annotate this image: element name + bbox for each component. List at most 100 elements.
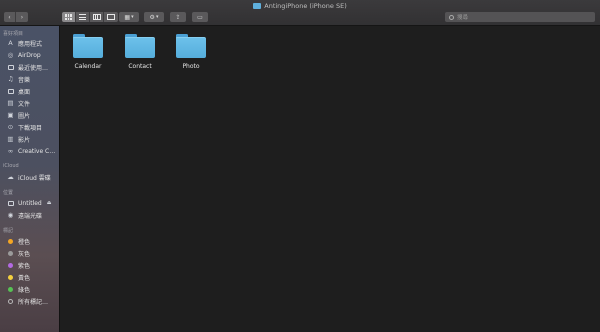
sidebar-item-label: 所有標記… — [18, 298, 49, 306]
folder-label: Calendar — [74, 63, 102, 70]
sidebar-item-label: 遠端光碟 — [18, 212, 43, 220]
icon-view-button[interactable] — [62, 12, 76, 22]
sidebar-item-label: 音樂 — [18, 76, 31, 84]
gray-tag-icon — [7, 250, 14, 257]
sidebar-item-label: 最近使用… — [18, 64, 49, 72]
sidebar-item-label: 黃色 — [18, 274, 31, 282]
list-view-icon — [79, 14, 86, 20]
column-view-button[interactable] — [90, 12, 104, 22]
navigation-buttons: ‹ › — [4, 12, 28, 22]
orange-tag-icon — [7, 238, 14, 245]
sidebar-item-label: 灰色 — [18, 250, 31, 258]
sidebar-item-label: 綠色 — [18, 286, 31, 294]
applications-icon: A — [8, 38, 13, 47]
sidebar-item-label: 橙色 — [18, 238, 31, 246]
sidebar-item-label: Creative C… — [18, 147, 56, 155]
back-button[interactable]: ‹ — [4, 12, 16, 22]
sidebar-item-tag-green[interactable]: 綠色 — [7, 284, 59, 294]
section-header-locations: 位置 — [3, 190, 14, 196]
eject-icon[interactable]: ⏏ — [47, 200, 52, 206]
chevron-left-icon: ‹ — [8, 13, 11, 21]
tags-button[interactable]: ▭ — [192, 12, 208, 22]
gallery-view-button[interactable] — [104, 12, 118, 22]
folder-label: Contact — [128, 63, 152, 70]
folder-icon — [125, 34, 155, 58]
sidebar-item-tag-gray[interactable]: 灰色 — [7, 248, 59, 258]
sidebar-item-all-tags[interactable]: 所有標記… — [7, 296, 59, 306]
sidebar-item-label: iCloud 雲碟 — [18, 174, 51, 182]
yellow-tag-icon — [7, 274, 14, 281]
window-title-text: AntingiPhone (iPhone SE) — [264, 2, 347, 10]
dropdown-arrow-icon: ▾ — [155, 14, 159, 20]
sidebar-item-label: AirDrop — [18, 51, 41, 59]
folder-item-calendar[interactable]: Calendar — [68, 34, 108, 70]
folder-item-photo[interactable]: Photo — [171, 34, 211, 70]
window-title: AntingiPhone (iPhone SE) — [0, 2, 600, 10]
search-icon — [449, 14, 454, 20]
share-button[interactable]: ⇪ — [170, 12, 186, 22]
action-menu-button[interactable]: ⚙ ▾ — [144, 12, 164, 22]
sidebar-item-label: 影片 — [18, 136, 31, 144]
creative-cloud-icon: ∞ — [7, 146, 14, 155]
sidebar-item-movies[interactable]: ▥ 影片 — [7, 134, 59, 144]
sidebar-item-tag-purple[interactable]: 紫色 — [7, 260, 59, 270]
sidebar-item-tag-yellow[interactable]: 黃色 — [7, 272, 59, 282]
sidebar-item-recents[interactable]: 最近使用… — [7, 62, 59, 72]
sidebar-item-downloads[interactable]: ⊙ 下載項目 — [7, 122, 59, 132]
sidebar-item-remote-disc[interactable]: ◉ 遠端光碟 — [7, 210, 59, 220]
dropdown-arrow-icon: ▾ — [131, 14, 134, 20]
icon-view-icon — [65, 14, 72, 20]
green-tag-icon — [7, 286, 14, 293]
icloud-icon: ☁ — [7, 172, 14, 181]
gear-icon: ⚙ — [149, 13, 155, 21]
music-icon: ♫ — [7, 74, 14, 83]
section-header-tags: 標記 — [3, 228, 14, 234]
disk-icon — [7, 200, 14, 207]
sidebar-item-untitled[interactable]: Untitled ⏏ — [7, 198, 59, 208]
movies-icon: ▥ — [7, 134, 14, 143]
folder-label: Photo — [182, 63, 200, 70]
recents-icon — [7, 64, 14, 71]
sidebar-item-label: Untitled — [18, 199, 42, 207]
forward-button[interactable]: › — [16, 12, 28, 22]
list-view-button[interactable] — [76, 12, 90, 22]
sidebar-item-label: 應用程式 — [18, 40, 43, 48]
tag-icon: ▭ — [197, 13, 203, 21]
sidebar-item-label: 文件 — [18, 100, 31, 108]
sidebar-item-pictures[interactable]: ▣ 圖片 — [7, 110, 59, 120]
sidebar-item-music[interactable]: ♫ 音樂 — [7, 74, 59, 84]
folder-icon — [73, 34, 103, 58]
sidebar-item-desktop[interactable]: 桌面 — [7, 86, 59, 96]
remote-disc-icon: ◉ — [7, 210, 14, 219]
search-field[interactable]: 搜尋 — [445, 12, 595, 22]
downloads-icon: ⊙ — [7, 122, 14, 131]
desktop-icon — [7, 88, 14, 95]
group-by-button[interactable]: ▦ ▾ — [119, 12, 139, 22]
purple-tag-icon — [7, 262, 14, 269]
sidebar-item-label: 紫色 — [18, 262, 31, 270]
sidebar-item-applications[interactable]: A 應用程式 — [7, 38, 59, 48]
sidebar: 喜好項目 A 應用程式 ◎ AirDrop 最近使用… ♫ 音樂 桌面 ▤ 文件… — [0, 26, 60, 332]
search-placeholder: 搜尋 — [457, 15, 469, 21]
sidebar-item-icloud-drive[interactable]: ☁ iCloud 雲碟 — [7, 172, 59, 182]
section-header-favorites: 喜好項目 — [3, 31, 24, 37]
gallery-view-icon — [107, 14, 115, 20]
sidebar-item-label: 下載項目 — [18, 124, 43, 132]
airdrop-icon: ◎ — [7, 50, 14, 59]
sidebar-item-documents[interactable]: ▤ 文件 — [7, 98, 59, 108]
folder-item-contact[interactable]: Contact — [120, 34, 160, 70]
arrange-icon: ▦ — [124, 13, 131, 21]
finder-window: AntingiPhone (iPhone SE) ‹ › ▦ ▾ ⚙ ▾ ⇪ ▭… — [0, 0, 600, 332]
sidebar-item-tag-orange[interactable]: 橙色 — [7, 236, 59, 246]
folder-icon — [253, 3, 262, 9]
share-icon: ⇪ — [175, 13, 181, 21]
chevron-right-icon: › — [20, 13, 24, 21]
sidebar-item-airdrop[interactable]: ◎ AirDrop — [7, 50, 59, 60]
sidebar-item-label: 桌面 — [18, 88, 31, 96]
file-browser: Calendar Contact Photo — [61, 26, 600, 332]
folder-icon — [176, 34, 206, 58]
view-mode-buttons — [62, 12, 118, 22]
sidebar-item-creative-cloud[interactable]: ∞ Creative C… — [7, 146, 59, 156]
section-header-icloud: iCloud — [3, 163, 19, 169]
toolbar: AntingiPhone (iPhone SE) ‹ › ▦ ▾ ⚙ ▾ ⇪ ▭… — [0, 0, 600, 26]
